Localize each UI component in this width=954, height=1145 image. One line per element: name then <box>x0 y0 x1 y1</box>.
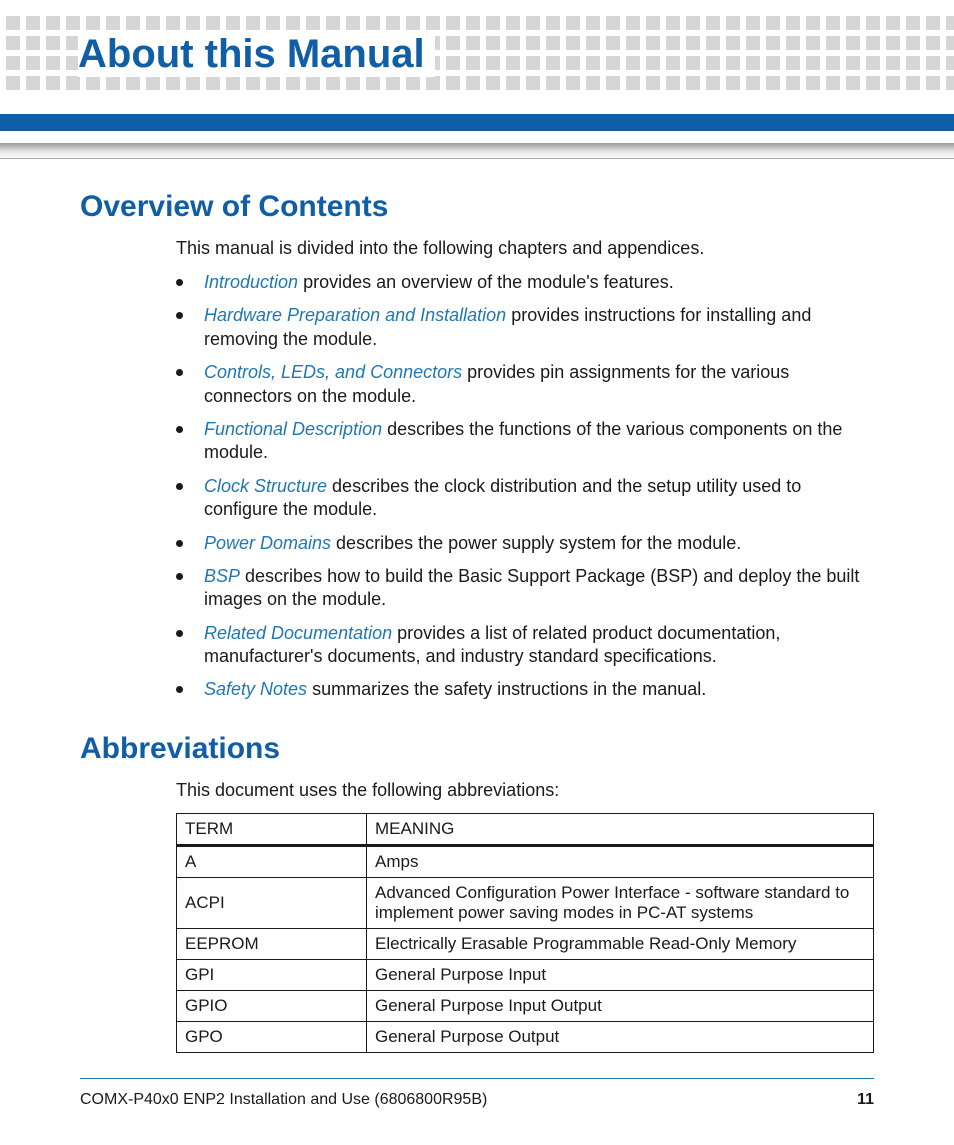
abbreviations-table: TERM MEANING AAmpsACPIAdvanced Configura… <box>176 813 874 1053</box>
list-item: Hardware Preparation and Installation pr… <box>176 304 874 351</box>
page-title: About this Manual <box>78 32 435 77</box>
list-item: Functional Description describes the fun… <box>176 418 874 465</box>
page-content: Overview of Contents This manual is divi… <box>80 190 874 1053</box>
cell-term: GPO <box>177 1021 367 1052</box>
section-heading-abbreviations: Abbreviations <box>80 732 874 766</box>
cell-meaning: Electrically Erasable Programmable Read-… <box>367 928 874 959</box>
cell-meaning: General Purpose Input Output <box>367 990 874 1021</box>
table-row: GPIOGeneral Purpose Input Output <box>177 990 874 1021</box>
table-row: GPOGeneral Purpose Output <box>177 1021 874 1052</box>
overview-list: Introduction provides an overview of the… <box>176 271 874 702</box>
cell-term: GPI <box>177 959 367 990</box>
chapter-link[interactable]: Hardware Preparation and Installation <box>204 305 506 325</box>
table-row: AAmps <box>177 845 874 877</box>
list-item-text: describes the power supply system for th… <box>331 533 741 553</box>
list-item-text: summarizes the safety instructions in th… <box>307 679 706 699</box>
gradient-divider <box>0 143 954 159</box>
chapter-link[interactable]: Safety Notes <box>204 679 307 699</box>
chapter-link[interactable]: Power Domains <box>204 533 331 553</box>
list-item: Power Domains describes the power supply… <box>176 532 874 555</box>
list-item-text: provides an overview of the module's fea… <box>298 272 674 292</box>
title-underline-bar <box>0 114 954 131</box>
cell-meaning: General Purpose Input <box>367 959 874 990</box>
footer-doc-id: COMX-P40x0 ENP2 Installation and Use (68… <box>80 1091 487 1109</box>
chapter-link[interactable]: Functional Description <box>204 419 382 439</box>
cell-term: GPIO <box>177 990 367 1021</box>
cell-term: ACPI <box>177 877 367 928</box>
table-row: EEPROMElectrically Erasable Programmable… <box>177 928 874 959</box>
chapter-link[interactable]: Introduction <box>204 272 298 292</box>
footer-page-number: 11 <box>857 1091 874 1109</box>
overview-intro-text: This manual is divided into the followin… <box>176 238 874 259</box>
table-header-term: TERM <box>177 813 367 845</box>
list-item: Controls, LEDs, and Connectors provides … <box>176 361 874 408</box>
table-row: GPIGeneral Purpose Input <box>177 959 874 990</box>
cell-meaning: Amps <box>367 845 874 877</box>
chapter-link[interactable]: BSP <box>204 566 240 586</box>
cell-meaning: General Purpose Output <box>367 1021 874 1052</box>
chapter-link[interactable]: Related Documentation <box>204 623 392 643</box>
list-item: Related Documentation provides a list of… <box>176 622 874 669</box>
abbreviations-intro-text: This document uses the following abbrevi… <box>176 780 874 801</box>
table-header-row: TERM MEANING <box>177 813 874 845</box>
list-item-text: describes how to build the Basic Support… <box>204 566 859 609</box>
page-footer: COMX-P40x0 ENP2 Installation and Use (68… <box>80 1078 874 1109</box>
list-item: Safety Notes summarizes the safety instr… <box>176 678 874 701</box>
section-heading-overview: Overview of Contents <box>80 190 874 224</box>
cell-meaning: Advanced Configuration Power Interface -… <box>367 877 874 928</box>
table-row: ACPIAdvanced Configuration Power Interfa… <box>177 877 874 928</box>
list-item: Introduction provides an overview of the… <box>176 271 874 294</box>
table-header-meaning: MEANING <box>367 813 874 845</box>
chapter-link[interactable]: Controls, LEDs, and Connectors <box>204 362 462 382</box>
chapter-link[interactable]: Clock Structure <box>204 476 327 496</box>
list-item: BSP describes how to build the Basic Sup… <box>176 565 874 612</box>
list-item: Clock Structure describes the clock dist… <box>176 475 874 522</box>
cell-term: A <box>177 845 367 877</box>
cell-term: EEPROM <box>177 928 367 959</box>
